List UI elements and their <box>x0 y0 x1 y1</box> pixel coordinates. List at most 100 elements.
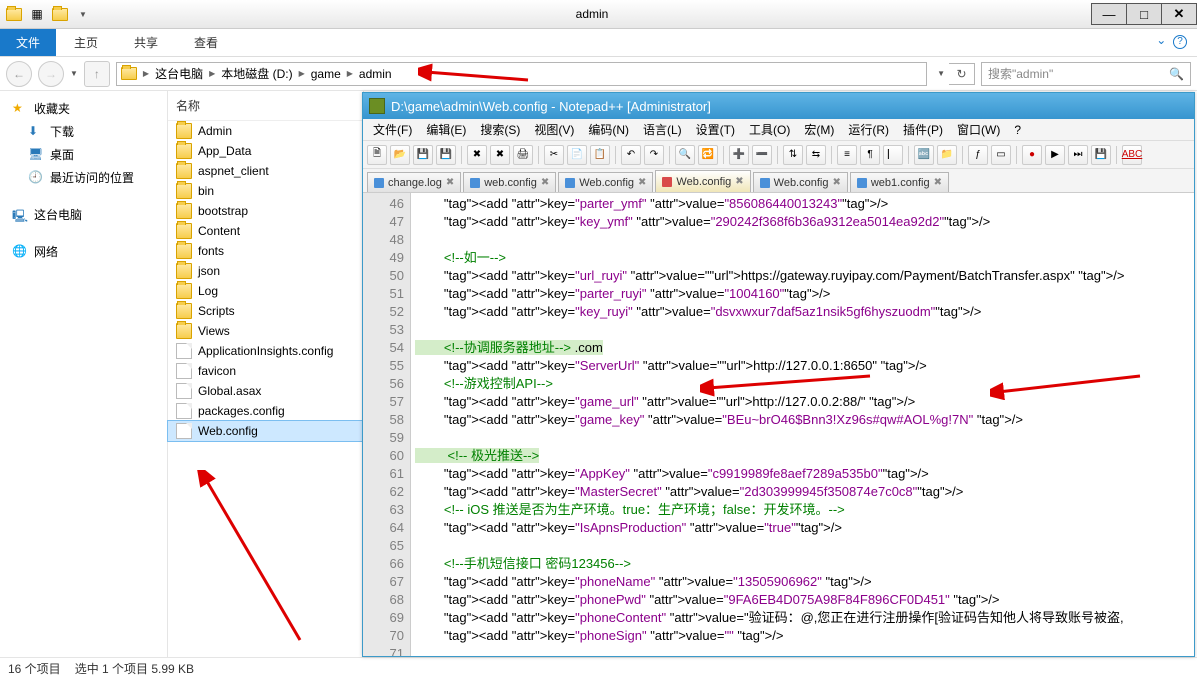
tab-close-icon[interactable]: ✖ <box>735 176 743 187</box>
new-file-button[interactable]: 🗎 <box>367 145 387 165</box>
replace-button[interactable]: 🔁 <box>698 145 718 165</box>
nav-desktop[interactable]: 🖥桌面 <box>4 143 163 166</box>
menu-item[interactable]: 设置(T) <box>690 119 741 140</box>
minimize-button[interactable]: — <box>1091 3 1127 25</box>
file-row[interactable]: Admin <box>168 121 363 141</box>
breadcrumb[interactable]: 这台电脑 <box>155 65 203 82</box>
file-row[interactable]: Log <box>168 281 363 301</box>
find-button[interactable]: 🔍 <box>675 145 695 165</box>
maximize-button[interactable]: □ <box>1126 3 1162 25</box>
address-bar[interactable]: ▶ 这台电脑 ▶ 本地磁盘 (D:) ▶ game ▶ admin <box>116 62 927 86</box>
editor-tab[interactable]: Web.config✖ <box>655 170 750 192</box>
menu-item[interactable]: 编码(N) <box>582 119 635 140</box>
close-button[interactable]: ✕ <box>1161 3 1197 25</box>
print-button[interactable]: 🖨 <box>513 145 533 165</box>
save-all-button[interactable]: 💾 <box>436 145 456 165</box>
nav-back-button[interactable]: ← <box>6 61 32 87</box>
nav-history-icon[interactable]: ▼ <box>70 69 78 78</box>
menu-item[interactable]: 文件(F) <box>367 119 418 140</box>
save-macro-button[interactable]: 💾 <box>1091 145 1111 165</box>
zoom-out-button[interactable]: ➖ <box>752 145 772 165</box>
editor-tab[interactable]: web.config✖ <box>463 172 556 192</box>
ribbon-expand-icon[interactable]: ⌄ ? <box>1146 29 1197 56</box>
address-history-icon[interactable]: ▼ <box>933 69 949 78</box>
open-icon[interactable] <box>52 8 68 21</box>
file-row[interactable]: bootstrap <box>168 201 363 221</box>
editor-tab[interactable]: Web.config✖ <box>753 172 848 192</box>
chevron-right-icon[interactable]: ▶ <box>141 69 151 78</box>
breadcrumb[interactable]: game <box>311 67 341 81</box>
file-row[interactable]: Views <box>168 321 363 341</box>
ribbon-view-tab[interactable]: 查看 <box>176 29 236 56</box>
tab-close-icon[interactable]: ✖ <box>934 177 942 188</box>
save-button[interactable]: 💾 <box>413 145 433 165</box>
nav-favorites[interactable]: ★收藏夹 <box>4 97 163 120</box>
fast-forward-button[interactable]: ⏭ <box>1068 145 1088 165</box>
paste-button[interactable]: 📋 <box>590 145 610 165</box>
ribbon-share-tab[interactable]: 共享 <box>116 29 176 56</box>
nav-recent[interactable]: 🕘最近访问的位置 <box>4 166 163 189</box>
breadcrumb[interactable]: admin <box>359 67 392 81</box>
doc-map-button[interactable]: ▭ <box>991 145 1011 165</box>
sync-v-button[interactable]: ⇅ <box>783 145 803 165</box>
tab-close-icon[interactable]: ✖ <box>446 177 454 188</box>
file-row[interactable]: aspnet_client <box>168 161 363 181</box>
play-macro-button[interactable]: ▶ <box>1045 145 1065 165</box>
show-all-button[interactable]: ¶ <box>860 145 880 165</box>
menu-item[interactable]: 语言(L) <box>637 119 688 140</box>
menu-item[interactable]: 视图(V) <box>528 119 580 140</box>
menu-item[interactable]: 插件(P) <box>897 119 949 140</box>
menu-item[interactable]: 搜索(S) <box>474 119 526 140</box>
menu-item[interactable]: ? <box>1008 121 1027 139</box>
breadcrumb[interactable]: 本地磁盘 (D:) <box>221 65 292 82</box>
undo-button[interactable]: ↶ <box>621 145 641 165</box>
nav-up-button[interactable]: ↑ <box>84 61 110 87</box>
refresh-button[interactable]: ↻ <box>949 63 975 85</box>
redo-button[interactable]: ↷ <box>644 145 664 165</box>
file-row[interactable]: json <box>168 261 363 281</box>
editor-tab[interactable]: change.log✖ <box>367 172 461 192</box>
chevron-right-icon[interactable]: ▶ <box>297 69 307 78</box>
npp-titlebar[interactable]: D:\game\admin\Web.config - Notepad++ [Ad… <box>363 93 1194 119</box>
file-row[interactable]: Content <box>168 221 363 241</box>
dropdown-icon[interactable]: ▼ <box>74 5 92 23</box>
tab-close-icon[interactable]: ✖ <box>541 177 549 188</box>
file-row[interactable]: ApplicationInsights.config <box>168 341 363 361</box>
nav-forward-button[interactable]: → <box>38 61 64 87</box>
cut-button[interactable]: ✂ <box>544 145 564 165</box>
ribbon-file-tab[interactable]: 文件 <box>0 29 56 56</box>
search-input[interactable]: 搜索"admin"🔍 <box>981 62 1191 86</box>
npp-editor[interactable]: 46 47 48 49 50 51 52 53 54 55 56 57 58 5… <box>363 193 1194 656</box>
editor-tab[interactable]: Web.config✖ <box>558 172 653 192</box>
chevron-right-icon[interactable]: ▶ <box>345 69 355 78</box>
open-file-button[interactable]: 📂 <box>390 145 410 165</box>
close-button[interactable]: ✖ <box>467 145 487 165</box>
file-row[interactable]: Web.config <box>168 421 363 441</box>
zoom-in-button[interactable]: ➕ <box>729 145 749 165</box>
indent-guide-button[interactable]: ⎸ <box>883 145 903 165</box>
spellcheck-button[interactable]: ABC <box>1122 145 1142 165</box>
file-row[interactable]: fonts <box>168 241 363 261</box>
close-all-button[interactable]: ✖ <box>490 145 510 165</box>
folder-view-button[interactable]: 📁 <box>937 145 957 165</box>
menu-item[interactable]: 窗口(W) <box>951 119 1006 140</box>
menu-item[interactable]: 运行(R) <box>842 119 895 140</box>
properties-icon[interactable]: ▦ <box>28 5 46 23</box>
editor-tab[interactable]: web1.config✖ <box>850 172 949 192</box>
chevron-right-icon[interactable]: ▶ <box>207 69 217 78</box>
file-row[interactable]: Global.asax <box>168 381 363 401</box>
sync-h-button[interactable]: ⇆ <box>806 145 826 165</box>
func-list-button[interactable]: ƒ <box>968 145 988 165</box>
nav-network[interactable]: 🌐网络 <box>4 240 163 263</box>
ribbon-home-tab[interactable]: 主页 <box>56 29 116 56</box>
file-row[interactable]: App_Data <box>168 141 363 161</box>
lang-button[interactable]: 🔤 <box>914 145 934 165</box>
column-header-name[interactable]: 名称 <box>168 91 363 121</box>
file-row[interactable]: favicon <box>168 361 363 381</box>
nav-downloads[interactable]: ⬇下载 <box>4 120 163 143</box>
copy-button[interactable]: 📄 <box>567 145 587 165</box>
tab-close-icon[interactable]: ✖ <box>638 177 646 188</box>
menu-item[interactable]: 编辑(E) <box>420 119 472 140</box>
tab-close-icon[interactable]: ✖ <box>832 177 840 188</box>
file-row[interactable]: bin <box>168 181 363 201</box>
